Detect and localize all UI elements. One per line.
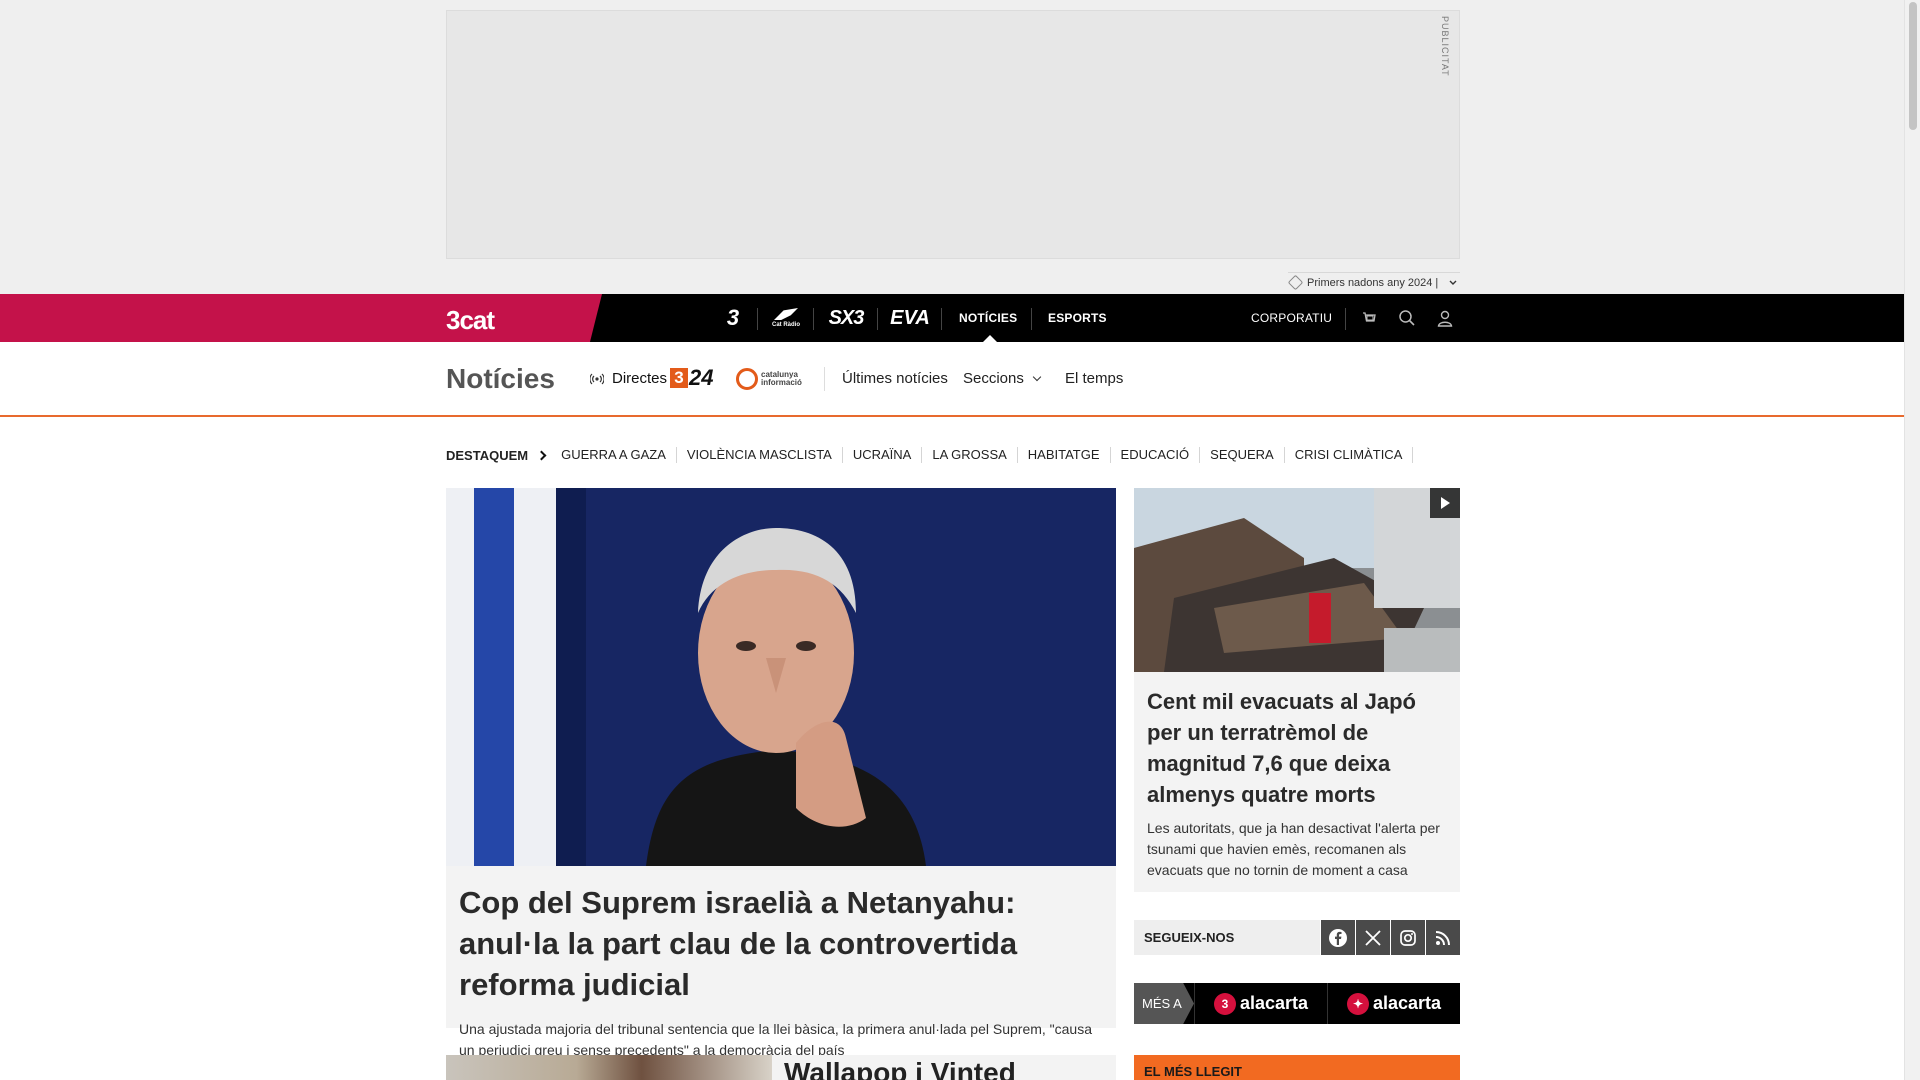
follow-bar: SEGUEIX-NOS	[1134, 920, 1460, 955]
promo-text: Primers nadons any 2024 |	[1307, 276, 1439, 289]
most-read-header: EL MÉS LLEGIT	[1134, 1055, 1460, 1080]
next-article-title[interactable]: Wallapop i Vinted	[784, 1055, 1016, 1080]
instagram-icon[interactable]	[1391, 920, 1425, 955]
catalunya-informacio-icon	[736, 368, 758, 390]
link-seccions[interactable]: Seccions	[963, 370, 1042, 387]
side-article-image[interactable]	[1134, 488, 1460, 672]
ad-zone: PUBLICITAT Primers nadons any 2024 |	[0, 0, 1904, 294]
highlight-tag[interactable]: LA GROSSA	[922, 447, 1018, 463]
link-ultimes-noticies[interactable]: Últimes notícies	[842, 370, 948, 387]
next-article[interactable]: Wallapop i Vinted	[446, 1055, 1116, 1080]
channel-eva[interactable]: EVA	[878, 294, 942, 342]
link-el-temps[interactable]: El temps	[1065, 370, 1123, 387]
tv3-badge-icon: 3	[1213, 992, 1236, 1015]
catradio-logo-icon	[774, 308, 798, 320]
channel-sx3[interactable]: SX3	[814, 294, 878, 342]
follow-label: SEGUEIX-NOS	[1134, 920, 1320, 955]
play-button[interactable]	[1430, 488, 1460, 518]
rss-icon[interactable]	[1426, 920, 1460, 955]
x-icon[interactable]	[1356, 920, 1390, 955]
tv3-alacarta-link[interactable]: 3 alacarta	[1194, 983, 1327, 1024]
play-icon	[1441, 497, 1450, 509]
catradio-badge-icon: ✦	[1346, 992, 1369, 1015]
live-link[interactable]: Directes	[590, 370, 667, 387]
seccions-label: Seccions	[963, 370, 1024, 387]
section-divider	[824, 367, 825, 391]
logo-324-box: 3	[670, 368, 688, 388]
live-label: Directes	[612, 370, 668, 387]
destaquem-text: DESTAQUEM	[446, 447, 529, 463]
side-article-title[interactable]: Cent mil evacuats al Japó per un terratr…	[1147, 686, 1447, 810]
logo-324-number: 24	[689, 365, 714, 390]
section-header: Notícies Directes 3 24 catalunya informac…	[0, 342, 1904, 417]
nav-divider	[1031, 308, 1032, 330]
highlights-bar: DESTAQUEM GUERRA A GAZA VIOLÈNCIA MASCLI…	[446, 447, 1414, 463]
brand-logo[interactable]: 3cat	[446, 305, 495, 336]
ad-label: PUBLICITAT	[1440, 16, 1450, 77]
catradio-alacarta-label: alacarta	[1372, 993, 1442, 1013]
search-icon[interactable]	[1395, 306, 1419, 330]
alacarta-bar: MÉS A 3 alacarta ✦ alacarta	[1134, 983, 1460, 1024]
alacarta-prefix: MÉS A	[1134, 983, 1194, 1024]
catradio-alacarta-link[interactable]: ✦ alacarta	[1327, 983, 1460, 1024]
channel-tv3[interactable]: 3	[708, 294, 758, 342]
chevron-down-icon	[1449, 280, 1457, 285]
brand-block	[0, 294, 602, 342]
logo-catalunya-informacio[interactable]: catalunya informació	[736, 368, 802, 390]
promo-row[interactable]: Primers nadons any 2024 |	[1287, 272, 1460, 292]
nav-corporatiu[interactable]: CORPORATIU	[1251, 294, 1332, 342]
side-article[interactable]: Cent mil evacuats al Japó per un terratr…	[1134, 488, 1460, 892]
side-article-summary: Les autoritats, que ja han desactivat l'…	[1147, 820, 1440, 878]
channel-catradio[interactable]: Cat Ràdio	[758, 294, 814, 342]
page-title[interactable]: Notícies	[446, 363, 555, 395]
nav-divider	[1345, 308, 1346, 330]
logo-324[interactable]: 3 24	[670, 365, 714, 390]
tv3-alacarta-label: alacarta	[1239, 993, 1309, 1013]
highlight-tag[interactable]: UCRAÏNA	[843, 447, 923, 463]
catradio-label: Cat Ràdio	[771, 322, 800, 328]
top-navigation: 3cat 3 Cat Ràdio SX3 EVA NOTÍCIES ESPORT…	[0, 294, 1904, 342]
scrollbar-thumb[interactable]	[1909, 2, 1917, 130]
highlight-tag[interactable]: EDUCACIÓ	[1111, 447, 1201, 463]
most-read-label: EL MÉS LLEGIT	[1144, 1064, 1242, 1079]
nav-noticies[interactable]: NOTÍCIES	[959, 294, 1017, 342]
user-icon[interactable]	[1433, 306, 1457, 330]
main-article-image[interactable]	[446, 488, 1116, 866]
highlight-tag[interactable]: SEQUERA	[1200, 447, 1285, 463]
highlight-tag[interactable]: GUERRA A GAZA	[551, 447, 677, 463]
broadcast-icon	[590, 373, 604, 384]
tag-icon	[1287, 274, 1304, 291]
highlight-tag[interactable]: CRISI CLIMÀTICA	[1285, 447, 1414, 463]
main-article[interactable]: Cop del Suprem israelià a Netanyahu: anu…	[446, 488, 1116, 1058]
chevron-right-icon	[536, 450, 547, 460]
next-article-image[interactable]	[446, 1055, 772, 1080]
catalunya-informacio-text: catalunya informació	[761, 370, 802, 387]
cart-icon[interactable]	[1357, 306, 1381, 330]
nav-esports[interactable]: ESPORTS	[1048, 294, 1107, 342]
highlight-tag[interactable]: HABITATGE	[1018, 447, 1111, 463]
main-article-title[interactable]: Cop del Suprem israelià a Netanyahu: anu…	[459, 882, 1099, 1005]
highlight-tag[interactable]: VIOLÈNCIA MASCLISTA	[677, 447, 843, 463]
highlights-label[interactable]: DESTAQUEM	[446, 447, 547, 463]
ad-banner[interactable]	[446, 10, 1460, 259]
facebook-icon[interactable]	[1321, 920, 1355, 955]
scrollbar[interactable]	[1904, 0, 1920, 1080]
chevron-down-icon	[1032, 372, 1042, 382]
